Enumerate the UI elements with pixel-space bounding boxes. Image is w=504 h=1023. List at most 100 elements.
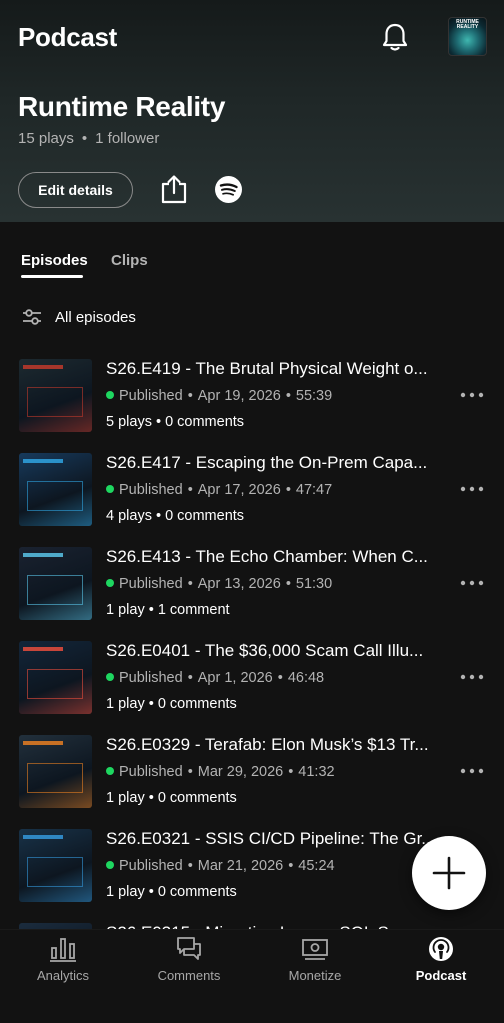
meta-separator: • — [277, 670, 283, 686]
plays-count: 15 plays — [18, 130, 74, 147]
episode-title: S26.E0329 - Terafab: Elon Musk’s $13 Tr.… — [106, 735, 429, 754]
episode-row[interactable]: S26.E0401 - The $36,000 Scam Call Illu..… — [0, 634, 504, 728]
meta-separator: • — [285, 388, 291, 404]
meta-separator: • — [187, 388, 193, 404]
episode-meta: Published • Apr 13, 2026 • 51:30 — [106, 576, 332, 592]
episode-meta: Published • Mar 21, 2026 • 45:24 — [106, 858, 335, 874]
episode-row[interactable]: S26.E417 - Escaping the On-Prem Capa... P… — [0, 446, 504, 540]
episode-status: Published — [119, 388, 183, 404]
edit-details-button[interactable]: Edit details — [18, 172, 133, 208]
published-status-dot — [106, 391, 114, 399]
episode-meta: Published • Apr 17, 2026 • 47:47 — [106, 482, 332, 498]
episode-title: S26.E417 - Escaping the On-Prem Capa... — [106, 453, 428, 472]
episode-thumbnail — [19, 641, 92, 714]
episode-meta: Published • Apr 1, 2026 • 46:48 — [106, 670, 324, 686]
episode-date: Apr 17, 2026 — [197, 482, 281, 498]
episode-duration: 55:39 — [295, 388, 333, 404]
show-artwork-text: RUNTIME REALITY — [456, 19, 479, 30]
episode-duration: 41:32 — [298, 764, 335, 780]
episode-stats: 1 play • 0 comments — [106, 696, 237, 712]
meta-separator: • — [288, 764, 294, 780]
episode-title: S26.E413 - The Echo Chamber: When C... — [106, 547, 428, 566]
episode-duration: 45:24 — [298, 858, 335, 874]
episode-row[interactable]: S26.E0329 - Terafab: Elon Musk’s $13 Tr.… — [0, 728, 504, 822]
published-status-dot — [106, 767, 114, 775]
nav-analytics-label: Analytics — [36, 968, 90, 983]
stats-separator: • — [81, 130, 88, 147]
follower-count: 1 follower — [95, 130, 160, 147]
episode-row[interactable]: S26.E413 - The Echo Chamber: When C... Pu… — [0, 540, 504, 634]
episode-stats: 5 plays • 0 comments — [106, 414, 245, 430]
meta-separator: • — [187, 858, 193, 874]
meta-separator: • — [285, 482, 291, 498]
episode-stats: 1 play • 0 comments — [106, 884, 237, 900]
episode-row[interactable]: S26.E419 - The Brutal Physical Weight o.… — [0, 352, 504, 446]
more-options-icon[interactable] — [460, 392, 484, 398]
nav-monetize-label: Monetize — [288, 968, 342, 983]
published-status-dot — [106, 485, 114, 493]
episode-date: Apr 13, 2026 — [197, 576, 281, 592]
nav-comments[interactable]: Comments — [126, 930, 252, 1023]
episode-status: Published — [119, 670, 183, 686]
nav-analytics[interactable]: Analytics — [0, 930, 126, 1023]
meta-separator: • — [285, 576, 291, 592]
episode-status: Published — [119, 764, 183, 780]
plus-icon — [432, 856, 466, 890]
analytics-icon — [50, 938, 76, 962]
episode-meta: Published • Apr 19, 2026 • 55:39 — [106, 388, 332, 404]
episode-meta: Published • Mar 29, 2026 • 41:32 — [106, 764, 335, 780]
more-options-icon[interactable] — [460, 486, 484, 492]
more-options-icon[interactable] — [460, 674, 484, 680]
episode-status: Published — [119, 576, 183, 592]
episode-date: Mar 29, 2026 — [197, 764, 284, 780]
episode-date: Apr 1, 2026 — [197, 670, 273, 686]
monetize-icon — [302, 939, 328, 960]
bell-icon[interactable] — [378, 20, 412, 54]
nav-podcast-label: Podcast — [415, 968, 467, 983]
meta-separator: • — [288, 858, 294, 874]
episode-list: S26.E419 - The Brutal Physical Weight o.… — [0, 352, 504, 1010]
episode-date: Apr 19, 2026 — [197, 388, 281, 404]
comments-icon — [177, 937, 201, 960]
tab-clips[interactable]: Clips — [111, 252, 148, 269]
episode-duration: 51:30 — [295, 576, 333, 592]
episode-stats: 1 play • 0 comments — [106, 790, 237, 806]
episode-title: S26.E419 - The Brutal Physical Weight o.… — [106, 359, 428, 378]
episode-thumbnail — [19, 829, 92, 902]
share-icon[interactable] — [160, 174, 188, 204]
meta-separator: • — [187, 482, 193, 498]
nav-monetize[interactable]: Monetize — [252, 930, 378, 1023]
page-title: Podcast — [18, 22, 118, 52]
episode-status: Published — [119, 858, 183, 874]
show-header: Podcast RUNTIME REALITY Runtime Reality … — [0, 0, 504, 222]
tab-episodes[interactable]: Episodes — [21, 252, 88, 269]
meta-separator: • — [187, 764, 193, 780]
meta-separator: • — [187, 576, 193, 592]
show-name: Runtime Reality — [18, 91, 226, 122]
nav-podcast[interactable]: Podcast — [378, 930, 504, 1023]
more-options-icon[interactable] — [460, 580, 484, 586]
episode-status: Published — [119, 482, 183, 498]
nav-comments-label: Comments — [157, 968, 221, 983]
episode-thumbnail — [19, 453, 92, 526]
show-artwork[interactable]: RUNTIME REALITY — [448, 17, 487, 56]
sliders-icon[interactable] — [22, 307, 42, 327]
add-episode-button[interactable] — [412, 836, 486, 910]
episode-thumbnail — [19, 547, 92, 620]
episode-date: Mar 21, 2026 — [197, 858, 284, 874]
spotify-icon[interactable] — [215, 176, 242, 203]
more-options-icon[interactable] — [460, 768, 484, 774]
published-status-dot — [106, 673, 114, 681]
episode-duration: 47:47 — [295, 482, 333, 498]
episode-thumbnail — [19, 359, 92, 432]
meta-separator: • — [187, 670, 193, 686]
show-stats: 15 plays • 1 follower — [18, 130, 159, 147]
filter-all-episodes[interactable]: All episodes — [55, 309, 136, 326]
podcast-icon — [429, 937, 453, 961]
episode-stats: 4 plays • 0 comments — [106, 508, 245, 524]
bottom-navigation: Analytics Comments Monetize Podcast — [0, 929, 504, 1023]
episode-title: S26.E0401 - The $36,000 Scam Call Illu..… — [106, 641, 424, 660]
active-tab-indicator — [21, 275, 83, 278]
episode-title: S26.E0321 - SSIS CI/CD Pipeline: The Gr.… — [106, 829, 436, 848]
published-status-dot — [106, 579, 114, 587]
